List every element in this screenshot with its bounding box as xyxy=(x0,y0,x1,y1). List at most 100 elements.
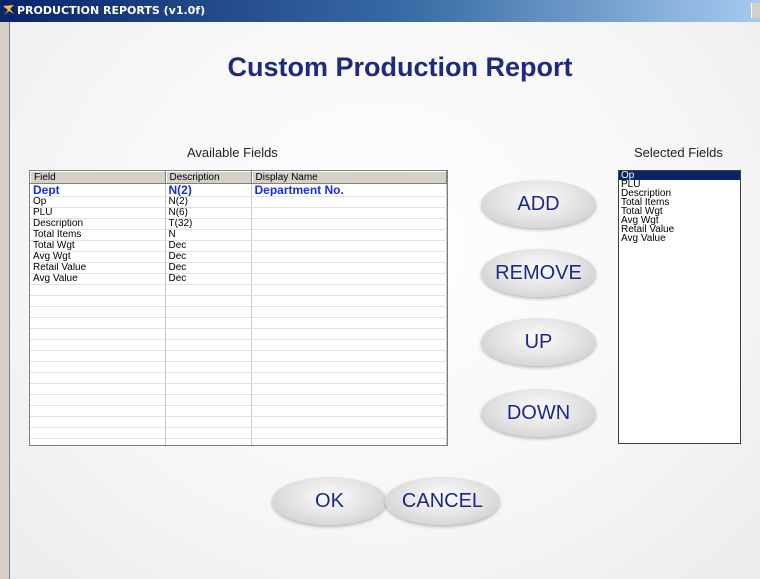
cell-field xyxy=(30,295,166,307)
table-row[interactable]: Dept N(2) Department No. xyxy=(30,183,447,197)
cell-description xyxy=(165,339,252,351)
cell-display-name xyxy=(251,427,447,439)
cell-field xyxy=(30,394,166,406)
cell-display-name xyxy=(251,416,447,428)
empty-table-row[interactable] xyxy=(30,350,447,362)
cell-display-name xyxy=(251,207,447,219)
cell-field: Total Wgt xyxy=(30,240,166,252)
cell-description: Dec xyxy=(165,262,252,274)
table-row[interactable]: Avg Value Dec xyxy=(30,273,447,285)
cell-description xyxy=(165,284,252,296)
selected-fields-label: Selected Fields xyxy=(634,145,723,160)
cell-display-name xyxy=(251,284,447,296)
cell-field: Avg Wgt xyxy=(30,251,166,263)
cell-description xyxy=(165,372,252,384)
grid-header-row: Field Description Display Name xyxy=(30,171,447,184)
cell-display-name xyxy=(251,229,447,241)
cell-description xyxy=(165,438,252,445)
list-item[interactable]: Avg Value xyxy=(619,234,740,244)
table-row[interactable]: Retail Value Dec xyxy=(30,262,447,274)
table-row[interactable]: Description T(32) xyxy=(30,218,447,230)
ok-button[interactable]: OK xyxy=(272,477,387,525)
cell-description xyxy=(165,383,252,395)
cell-field xyxy=(30,405,166,417)
cell-description: N(2) xyxy=(165,183,252,197)
cell-description: Dec xyxy=(165,273,252,285)
window-control-button[interactable] xyxy=(751,3,760,18)
table-row[interactable]: PLU N(6) xyxy=(30,207,447,219)
empty-table-row[interactable] xyxy=(30,328,447,340)
cell-display-name xyxy=(251,262,447,274)
cell-field xyxy=(30,284,166,296)
cell-description: Dec xyxy=(165,251,252,263)
cell-description xyxy=(165,416,252,428)
empty-table-row[interactable] xyxy=(30,438,447,445)
cell-display-name xyxy=(251,251,447,263)
empty-table-row[interactable] xyxy=(30,295,447,307)
cell-display-name xyxy=(251,218,447,230)
cell-display-name xyxy=(251,306,447,318)
table-row[interactable]: Avg Wgt Dec xyxy=(30,251,447,263)
down-button[interactable]: DOWN xyxy=(481,389,596,437)
cell-field xyxy=(30,427,166,439)
column-header-field[interactable]: Field xyxy=(30,171,166,184)
available-fields-grid[interactable]: Field Description Display Name Dept N(2) D… xyxy=(29,170,448,446)
cell-description: Dec xyxy=(165,240,252,252)
cell-field: Avg Value xyxy=(30,273,166,285)
cell-description xyxy=(165,317,252,329)
cell-display-name xyxy=(251,394,447,406)
cell-display-name xyxy=(251,350,447,362)
cell-field: Total Items xyxy=(30,229,166,241)
selected-fields-list[interactable]: Op PLU Description Total Items Total Wgt Avg … xyxy=(618,170,741,444)
cell-field: Retail Value xyxy=(30,262,166,274)
remove-button[interactable]: REMOVE xyxy=(481,249,596,297)
cell-description: T(32) xyxy=(165,218,252,230)
cell-description xyxy=(165,328,252,340)
cell-field xyxy=(30,317,166,329)
column-header-display-name[interactable]: Display Name xyxy=(251,171,447,184)
table-row[interactable]: Total Items N xyxy=(30,229,447,241)
empty-table-row[interactable] xyxy=(30,416,447,428)
empty-table-row[interactable] xyxy=(30,372,447,384)
available-fields-label: Available Fields xyxy=(187,145,278,160)
cell-description xyxy=(165,306,252,318)
cell-display-name xyxy=(251,361,447,373)
cell-display-name xyxy=(251,273,447,285)
empty-table-row[interactable] xyxy=(30,394,447,406)
app-icon xyxy=(3,5,14,15)
cell-field xyxy=(30,416,166,428)
empty-table-row[interactable] xyxy=(30,383,447,395)
cell-display-name xyxy=(251,438,447,445)
cell-field: Op xyxy=(30,196,166,208)
empty-table-row[interactable] xyxy=(30,339,447,351)
empty-table-row[interactable] xyxy=(30,306,447,318)
cell-description xyxy=(165,427,252,439)
up-button[interactable]: UP xyxy=(481,318,596,366)
empty-table-row[interactable] xyxy=(30,405,447,417)
cell-display-name xyxy=(251,405,447,417)
empty-table-row[interactable] xyxy=(30,317,447,329)
column-header-description[interactable]: Description xyxy=(165,171,252,184)
cell-field xyxy=(30,438,166,445)
empty-table-row[interactable] xyxy=(30,361,447,373)
cell-field xyxy=(30,350,166,362)
cell-display-name xyxy=(251,339,447,351)
cell-display-name xyxy=(251,196,447,208)
table-row[interactable]: Total Wgt Dec xyxy=(30,240,447,252)
cell-description xyxy=(165,394,252,406)
cell-field: Description xyxy=(30,218,166,230)
table-row[interactable]: Op N(2) xyxy=(30,196,447,208)
cell-display-name xyxy=(251,328,447,340)
cancel-button[interactable]: CANCEL xyxy=(385,477,500,525)
cell-display-name xyxy=(251,317,447,329)
title-bar: PRODUCTION REPORTS (v1.0f) xyxy=(0,0,760,22)
cell-field xyxy=(30,328,166,340)
cell-field: PLU xyxy=(30,207,166,219)
add-button[interactable]: ADD xyxy=(481,180,596,228)
cell-field xyxy=(30,306,166,318)
empty-table-row[interactable] xyxy=(30,427,447,439)
cell-display-name xyxy=(251,383,447,395)
empty-table-row[interactable] xyxy=(30,284,447,296)
cell-description xyxy=(165,361,252,373)
cell-description: N(2) xyxy=(165,196,252,208)
